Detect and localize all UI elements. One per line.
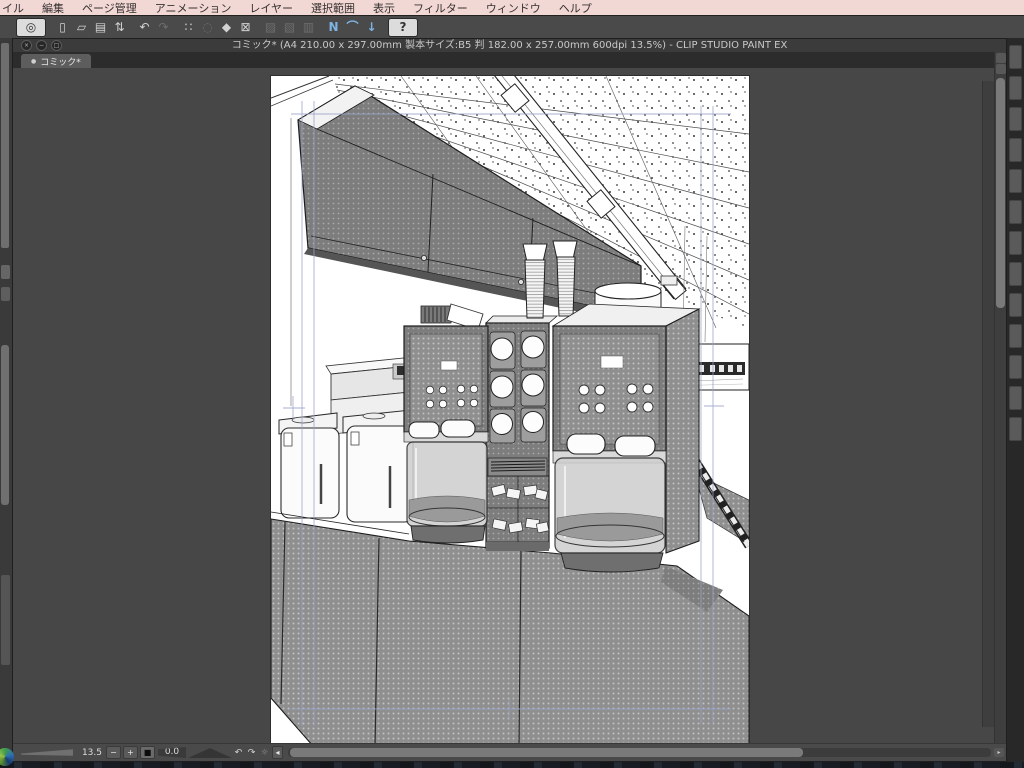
clip-studio-logo-icon[interactable]: ◎ <box>16 17 46 37</box>
zoom-value: 13.5 <box>81 747 102 758</box>
menu-selection[interactable]: 選択範囲 <box>302 0 364 16</box>
palette-tab[interactable] <box>1009 417 1022 441</box>
palette-scrollbar-fragment[interactable] <box>1 345 9 505</box>
menu-file-partial[interactable]: イル <box>0 0 33 16</box>
command-toolbar: ◎ ▯ ▱ ▤ ⇅ ↶ ↷ ∷ ◌ ◆ ⊠ ▨ ▧ ▥ N ⌒ ↓ ? <box>0 15 1024 38</box>
zoom-out-button[interactable]: − <box>106 746 121 759</box>
document-title-bar[interactable]: × − □ コミック* (A4 210.00 x 297.00mm 製本サイズ:… <box>13 39 1006 53</box>
palette-tab[interactable] <box>1009 231 1022 255</box>
snap-special-ruler-icon[interactable]: ▧ <box>281 19 298 36</box>
palette-tab[interactable] <box>1009 355 1022 379</box>
maximize-icon[interactable]: □ <box>51 40 62 51</box>
canvas-status-bar: 13.5 − + ■ 0.0 ↶ ↷ ☼ ◂ ▸ <box>13 743 1006 761</box>
horizontal-scrollbar[interactable] <box>288 748 991 757</box>
palette-fragment <box>1 575 10 665</box>
scroll-right-icon[interactable]: ▸ <box>994 748 1004 757</box>
collapse-button[interactable]: ◂ <box>272 746 283 759</box>
palette-tab[interactable] <box>1009 200 1022 224</box>
palette-tab[interactable] <box>1009 293 1022 317</box>
snap-pin-icon[interactable]: ↓ <box>363 19 380 36</box>
vertical-scrollbar[interactable] <box>994 52 1006 744</box>
tab-comic[interactable]: ● コミック* <box>21 54 91 68</box>
tab-modified-dot-icon: ● <box>31 57 37 65</box>
lid-shelf <box>485 315 559 551</box>
window-controls: × − □ <box>21 40 62 51</box>
close-icon[interactable]: × <box>21 40 32 51</box>
snap-ruler-icon[interactable]: ▨ <box>262 19 279 36</box>
reselect-icon[interactable]: ◌ <box>199 19 216 36</box>
palette-tab[interactable] <box>1009 262 1022 286</box>
scroll-up-icon[interactable] <box>995 53 1006 63</box>
rotation-value: 0.0 <box>158 747 186 758</box>
menu-filter[interactable]: フィルター <box>404 0 477 16</box>
desktop-wallpaper-sliver <box>0 762 1024 768</box>
reset-view-button[interactable]: ☼ <box>258 748 271 758</box>
redo-icon[interactable]: ↷ <box>155 19 172 36</box>
canvas-tab-bar: ● コミック* <box>13 52 1006 68</box>
minimize-icon[interactable]: − <box>36 40 47 51</box>
new-file-icon[interactable]: ▯ <box>54 19 71 36</box>
palette-tab[interactable] <box>1009 138 1022 162</box>
menu-animation[interactable]: アニメーション <box>146 0 241 16</box>
palette-tab[interactable] <box>1009 76 1022 100</box>
snap-line-icon[interactable]: N <box>325 19 342 36</box>
vertical-scrollbar-spacer <box>982 81 994 727</box>
rotation-slider[interactable] <box>188 748 232 758</box>
menu-page-management[interactable]: ページ管理 <box>73 0 146 16</box>
scroll-up-icon[interactable] <box>995 64 1006 74</box>
snap-grid-icon[interactable]: ▥ <box>300 19 317 36</box>
palette-tab[interactable] <box>1009 107 1022 131</box>
canvas-workspace[interactable] <box>13 68 994 744</box>
rotate-left-button[interactable]: ↶ <box>232 748 245 758</box>
menu-edit[interactable]: 編集 <box>33 0 73 16</box>
canvas-page[interactable] <box>270 68 753 744</box>
snap-curve-icon[interactable]: ⌒ <box>344 19 361 36</box>
deselect-icon[interactable]: ∷ <box>180 19 197 36</box>
undo-icon[interactable]: ↶ <box>136 19 153 36</box>
menu-layer[interactable]: レイヤー <box>240 0 302 16</box>
tab-label: コミック* <box>40 57 81 68</box>
palette-tab[interactable] <box>1009 386 1022 410</box>
horizontal-scroll-thumb[interactable] <box>290 748 804 757</box>
rotate-right-button[interactable]: ↷ <box>245 748 258 758</box>
fill-tool-icon[interactable]: ◆ <box>218 19 235 36</box>
left-palette-sliver <box>0 15 12 768</box>
document-window: × − □ コミック* (A4 210.00 x 297.00mm 製本サイズ:… <box>12 38 1007 762</box>
wrench-icon[interactable] <box>1 287 10 301</box>
menu-bar: イル 編集 ページ管理 アニメーション レイヤー 選択範囲 表示 フィルター ウ… <box>0 0 1024 15</box>
open-file-icon[interactable]: ▱ <box>73 19 90 36</box>
size-stepper-icon[interactable]: ⇅ <box>111 19 128 36</box>
menu-help[interactable]: ヘルプ <box>550 0 601 16</box>
menu-view[interactable]: 表示 <box>364 0 404 16</box>
help-icon[interactable]: ? <box>388 17 418 37</box>
palette-tab[interactable] <box>1009 169 1022 193</box>
tool-palette-fragment[interactable] <box>1 43 9 248</box>
fit-to-window-button[interactable]: ■ <box>140 746 155 759</box>
trash-icon[interactable] <box>1 265 10 279</box>
transform-icon[interactable]: ⊠ <box>237 19 254 36</box>
palette-tab[interactable] <box>1009 45 1022 69</box>
vertical-scroll-thumb[interactable] <box>996 78 1005 308</box>
canvas-artwork <box>270 68 753 744</box>
zoom-in-button[interactable]: + <box>123 746 138 759</box>
zoom-slider[interactable] <box>21 749 73 756</box>
document-title: コミック* (A4 210.00 x 297.00mm 製本サイズ:B5 判 1… <box>231 40 788 51</box>
right-palette-sliver <box>1007 38 1024 768</box>
menu-window[interactable]: ウィンドウ <box>477 0 550 16</box>
save-file-icon[interactable]: ▤ <box>92 19 109 36</box>
palette-tab[interactable] <box>1009 324 1022 348</box>
